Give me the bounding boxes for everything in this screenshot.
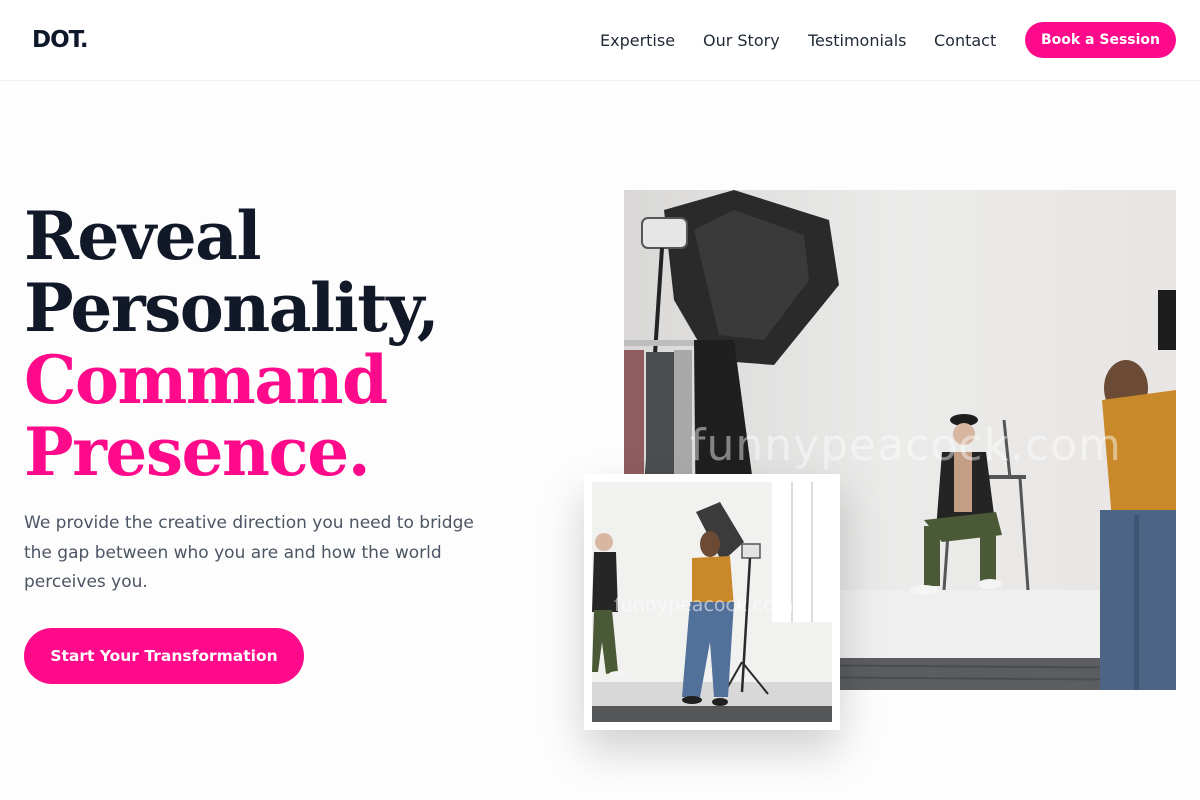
hero-title-highlight-line: Presence. bbox=[24, 413, 371, 491]
book-session-button[interactable]: Book a Session bbox=[1025, 22, 1176, 58]
hero-secondary-photo: funnypeacock.com bbox=[592, 482, 832, 722]
hero-secondary-photo-frame: funnypeacock.com bbox=[584, 474, 840, 730]
small-photo-watermark: funnypeacock.com bbox=[614, 594, 794, 616]
hero-description: We provide the creative direction you ne… bbox=[24, 513, 474, 592]
hero-title: Reveal Personality, Command Presence. bbox=[24, 200, 584, 488]
nav-link-expertise[interactable]: Expertise bbox=[600, 31, 675, 50]
hero-title-line: Personality, bbox=[24, 269, 440, 347]
hero-title-highlight-line: Command bbox=[24, 341, 388, 419]
brand-logo[interactable]: DOT. bbox=[32, 27, 89, 53]
nav-link-contact[interactable]: Contact bbox=[934, 31, 996, 50]
nav-link-testimonials[interactable]: Testimonials bbox=[808, 31, 907, 50]
start-transformation-button[interactable]: Start Your Transformation bbox=[24, 628, 304, 684]
site-header: DOT. Expertise Our Story Testimonials Co… bbox=[0, 0, 1200, 81]
nav-link-our-story[interactable]: Our Story bbox=[703, 31, 780, 50]
main-photo-watermark: funnypeacock.com bbox=[690, 420, 1122, 471]
hero-title-line: Reveal bbox=[24, 197, 262, 275]
